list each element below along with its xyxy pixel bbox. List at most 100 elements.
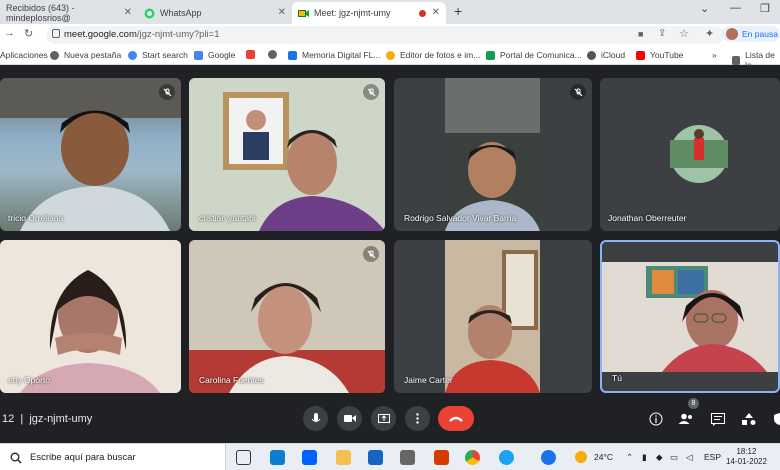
mail-icon[interactable] [368, 450, 383, 465]
tab-search-icon[interactable]: ⌄ [700, 2, 709, 15]
close-tab-icon[interactable]: ✕ [124, 7, 132, 18]
google-icon [128, 50, 137, 60]
people-count-badge: 8 [688, 398, 699, 409]
bookmarks-bar: Aplicaciones Nueva pestaña Start search … [0, 46, 780, 70]
participant-name: Rodrigo Salvador Vivar Barria [404, 213, 517, 223]
participant-tile[interactable]: tricio Orrellana [0, 78, 181, 231]
bookmark-apps[interactable]: Aplicaciones [0, 50, 48, 60]
profile-button[interactable]: En pausa [722, 26, 780, 42]
restore-icon[interactable]: ❐ [760, 2, 770, 15]
language-indicator[interactable]: ESP [704, 452, 721, 462]
meeting-info: 12 | jgz-njmt-umy [2, 413, 93, 425]
muted-mic-icon [159, 84, 175, 100]
avatar [726, 28, 738, 40]
bookmark-star-icon[interactable]: ☆ [679, 27, 689, 40]
bookmark-start-search[interactable]: Start search [128, 50, 188, 60]
bookmark-portal[interactable]: Portal de Comunica... [486, 50, 582, 60]
app-icon[interactable] [400, 450, 415, 465]
lock-icon[interactable] [52, 29, 60, 38]
photo-editor-icon [386, 50, 395, 60]
participant-video [0, 78, 181, 231]
close-tab-icon[interactable]: ✕ [278, 7, 286, 18]
temperature-text[interactable]: 24°C [594, 452, 613, 462]
google-icon [194, 50, 203, 60]
weather-icon[interactable] [575, 451, 587, 463]
participant-tile[interactable]: Rodrigo Salvador Vivar Barria [394, 78, 592, 231]
activities-button[interactable] [740, 410, 758, 428]
participant-name: Jaime Carter [404, 375, 453, 385]
close-tab-icon[interactable]: ✕ [432, 7, 440, 18]
network-icon[interactable]: ▭ [670, 452, 678, 463]
office-icon[interactable] [434, 450, 449, 465]
participant-tile[interactable]: cristian yantani [189, 78, 385, 231]
muted-mic-icon [570, 84, 586, 100]
tray-arrow-icon[interactable]: ⌃ [626, 452, 633, 463]
microphone-button[interactable] [303, 406, 328, 431]
ai-assistant-icon[interactable] [541, 450, 556, 465]
minimize-icon[interactable]: — [730, 2, 741, 14]
leave-call-button[interactable] [438, 406, 474, 431]
globe-icon [50, 50, 59, 60]
dropbox-icon[interactable] [302, 450, 317, 465]
participant-tile[interactable]: Carolina Fuentes [189, 240, 385, 393]
phone-icon[interactable]: ▮ [642, 452, 647, 463]
clock-time: 18:12 [736, 447, 757, 456]
bookmark-gmail[interactable] [246, 50, 260, 59]
tab-meet[interactable]: Meet: jgz-njmt-umy ✕ [292, 2, 446, 24]
url-text[interactable]: meet.google.com/jgz-njmt-umy?pli=1 [64, 29, 220, 40]
search-icon [10, 452, 22, 464]
camera-button[interactable] [337, 406, 362, 431]
host-controls-button[interactable] [770, 410, 780, 428]
meet-icon [298, 8, 309, 19]
participant-video [0, 240, 181, 393]
share-icon[interactable]: ⇪ [658, 28, 666, 39]
volume-icon[interactable]: ◁ [686, 452, 693, 463]
bookmark-new-tab[interactable]: Nueva pestaña [50, 50, 121, 60]
camera-in-use-icon[interactable]: ■ [638, 29, 643, 39]
reload-icon[interactable]: ↻ [24, 27, 33, 40]
participant-avatar [670, 125, 728, 183]
extensions-icon[interactable]: ✦ [705, 27, 714, 40]
globe-icon [268, 50, 277, 59]
edge-icon[interactable] [499, 450, 514, 465]
bookmark-icloud[interactable]: iCloud [587, 50, 625, 60]
people-button[interactable] [677, 410, 695, 428]
tab-title: Meet: jgz-njmt-umy [314, 8, 391, 18]
bookmark-editor-fotos[interactable]: Editor de fotos e im... [386, 50, 480, 60]
meeting-details-button[interactable] [647, 410, 665, 428]
clock[interactable]: 18:12 14-01-2022 [726, 447, 767, 467]
dell-icon[interactable] [270, 450, 285, 465]
participant-name: cristian yantani [199, 213, 256, 223]
file-explorer-icon[interactable] [336, 450, 351, 465]
participant-tile[interactable]: etty Oporto [0, 240, 181, 393]
tab-title: Recibidos (643) - mindeplosrios@ [6, 3, 75, 23]
reading-list-icon [732, 55, 741, 65]
dropbox-tray-icon[interactable]: ◆ [656, 452, 663, 463]
participant-tile[interactable]: Jaime Carter [394, 240, 592, 393]
clock-date: 14-01-2022 [726, 457, 767, 466]
bookmark-youtube[interactable]: YouTube [636, 50, 683, 60]
bookmark-google[interactable]: Google [194, 50, 235, 60]
new-tab-button[interactable]: + [454, 3, 462, 19]
tab-gmail[interactable]: Recibidos (643) - mindeplosrios@ ✕ [0, 2, 138, 24]
bookmark-memoria-digital[interactable]: Memoria Digital FL... [288, 50, 380, 60]
apple-icon [587, 50, 596, 60]
participant-name: etty Oporto [8, 375, 51, 385]
participant-tile[interactable]: Jonathan Oberreuter [600, 78, 780, 231]
more-bookmarks-icon[interactable]: » [712, 50, 717, 60]
bookmark-globe[interactable] [268, 50, 282, 59]
more-options-button[interactable] [405, 406, 430, 431]
present-screen-button[interactable] [371, 406, 396, 431]
tab-whatsapp[interactable]: WhatsApp ✕ [138, 2, 292, 24]
self-view-tile[interactable]: Tú [600, 240, 780, 393]
participant-video [602, 262, 778, 372]
search-placeholder: Escribe aquí para buscar [30, 452, 136, 463]
forward-icon[interactable]: → [4, 27, 15, 39]
participant-name: Jonathan Oberreuter [608, 213, 687, 223]
chat-button[interactable] [709, 410, 727, 428]
participant-name: Tú [612, 373, 622, 383]
participant-video [189, 78, 385, 231]
chrome-icon[interactable] [465, 450, 480, 465]
task-view-icon[interactable] [236, 450, 251, 465]
taskbar-search[interactable]: Escribe aquí para buscar [0, 444, 226, 470]
